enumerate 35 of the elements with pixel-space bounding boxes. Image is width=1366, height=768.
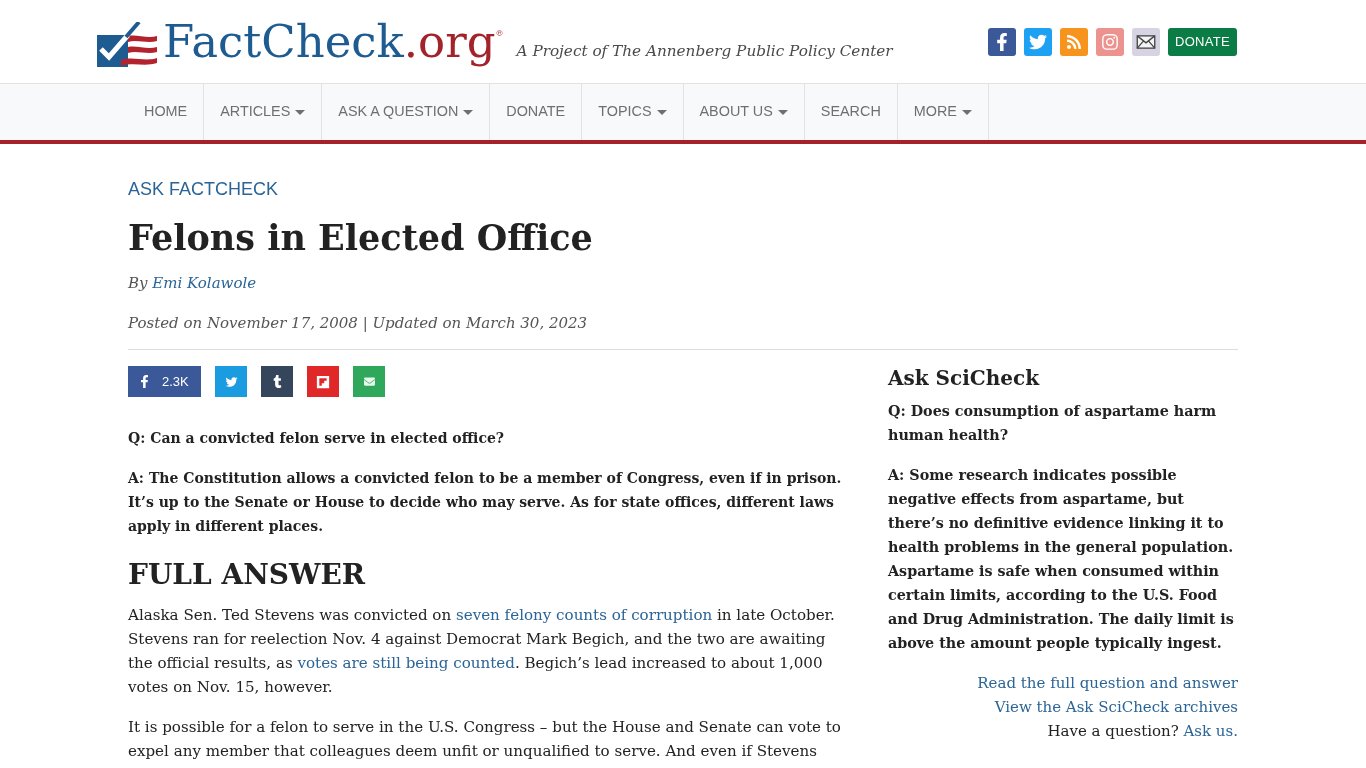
flag-checkmark-logo-icon xyxy=(97,21,157,68)
donate-button[interactable]: DONATE xyxy=(1168,27,1237,56)
sidebar-title: Ask SciCheck xyxy=(888,366,1041,390)
publish-dates: Posted on November 17, 2008 | Updated on March 30, 2023 xyxy=(128,313,589,334)
author-link[interactable]: Emi Kolawole xyxy=(152,274,257,292)
byline: By Emi Kolawole xyxy=(128,273,258,294)
facebook-icon[interactable] xyxy=(988,27,1016,56)
envelope-icon[interactable] xyxy=(1132,27,1160,56)
body-paragraph: It is possible for a felon to serve in the U.S. Congress – but the House and Senate can vote to expel any member that colleagues deem unfit or unqualified to serve. And even if Stevens xyxy=(128,717,842,762)
category-label: ASK FACTCHECK xyxy=(128,178,279,201)
text-link[interactable]: votes are still being counted xyxy=(297,654,515,672)
sidebar-question: Q: Does consumption of aspartame harm human health? xyxy=(888,402,1218,445)
text-link[interactable]: seven felony counts of corruption xyxy=(455,606,713,624)
facebook-icon xyxy=(140,375,149,388)
sidebar-link[interactable]: Read the full question and answer xyxy=(977,671,1238,695)
answer-summary: A: The Constitution allows a convicted felon to be a member of Congress, even if in prison. It’s up to the Senate or House to decide who may serve. As for state offices, different laws apply in different places. xyxy=(128,469,843,536)
camera-icon[interactable] xyxy=(1096,27,1124,56)
bird-icon xyxy=(224,375,238,388)
envelope-icon xyxy=(362,376,376,387)
share-button[interactable] xyxy=(261,366,293,397)
t-letter-icon xyxy=(272,375,282,388)
body-paragraph: Alaska Sen. Ted Stevens was convicted on seven felony counts of corruption in late October. Stevens ran for reelection Nov. 4 against Democrat Mark Begich, and the two are awaiting the official results, as votes are still being counted. Begich’s lead increased to about 1,000 votes on Nov. 15, however. xyxy=(128,605,836,698)
share-button[interactable]: 2.3K xyxy=(128,366,201,397)
text-link[interactable]: Ask us. xyxy=(1183,722,1238,740)
site-logo[interactable]: FactCheck.org® xyxy=(97,15,504,68)
question-text: Q: Can a convicted felon serve in elected office? xyxy=(128,429,506,448)
sidebar-link[interactable]: View the Ask SciCheck archives xyxy=(994,695,1238,719)
ask-prompt: Have a question? Ask us. xyxy=(1047,721,1238,742)
sidebar-answer: A: Some research indicates possible negative effects from aspartame, but there’s no definitive evidence linking it to health problems in the general population. Aspartame is safe when consumed within certain limits, according to the U.S. Food and Drug Administration. The daily limit is above the amount people typically ingest. xyxy=(888,466,1235,653)
article-title: Felons in Elected Office xyxy=(128,216,594,260)
share-button[interactable] xyxy=(307,366,339,397)
rss-icon[interactable] xyxy=(1060,27,1088,56)
tagline: A Project of The Annenberg Public Policy Center xyxy=(516,40,893,61)
bird-icon[interactable] xyxy=(1024,27,1052,56)
section-heading: FULL ANSWER xyxy=(128,557,367,593)
